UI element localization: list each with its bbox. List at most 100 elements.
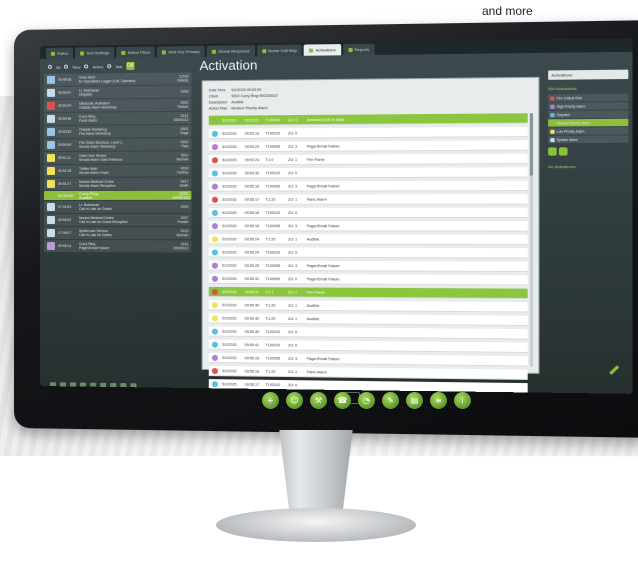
gauge-icon[interactable]: ◔ <box>358 392 375 409</box>
wrench-icon[interactable]: ⚒ <box>310 392 327 409</box>
info-icon[interactable]: i <box>454 392 471 409</box>
event-row[interactable]: 5/1/2015 09:53:24 T:1:0 ZU: 1 Fire Flame <box>208 153 528 166</box>
incident-row[interactable]: 17:01:02 Lt. Buchanan Call In Late for Du… <box>43 200 192 213</box>
event-row[interactable]: 5/1/2015 09:55:24 T:1:20 ZU: 1 Audible <box>208 234 528 246</box>
event-row[interactable]: 5/1/2015 09:55:18 T100102 ZU: 0 <box>208 207 528 219</box>
event-account: T100095 <box>265 263 281 268</box>
incident-description: Nurses Medical Centre Call In Late for G… <box>79 216 128 225</box>
incident-description: Nurses Medical Centre Smoke Alarm Recept… <box>79 179 116 188</box>
filter-active-radio[interactable] <box>84 64 89 69</box>
incident-row[interactable]: 09:50:48 Curry Ring Panic Alarm 2101 15000… <box>43 111 192 125</box>
filter-new-label: New <box>72 64 81 70</box>
tab-test-settings[interactable]: Test Settings <box>75 47 115 59</box>
event-time: 09:55:25 <box>244 263 260 268</box>
incident-row[interactable]: 09:49:38 Voice Alert Er Operations Logger… <box>43 72 192 86</box>
monitor-stand-base <box>216 508 416 542</box>
event-time: 09:55:24 <box>244 250 260 255</box>
event-row[interactable]: 5/1/2015 09:53:01 T100095 ZU: 0 Activated (n… <box>208 113 528 126</box>
event-account: T100102 <box>265 329 281 334</box>
priority-label: Medium Priority Alarm <box>556 120 591 125</box>
filter-all-label: All <box>55 64 61 70</box>
filter-all-radio[interactable] <box>47 64 52 69</box>
incident-row[interactable]: 09:51:11 Gate Door Sensor Smoke Alarm Gat… <box>43 151 192 164</box>
priority-code-item[interactable]: System Alarm <box>548 135 629 144</box>
tab-nurse-call-map[interactable]: Nurse Call Map <box>256 44 303 57</box>
incident-row[interactable]: 09:51:15 Tuttles Main Smoke Alarm Foyer 00… <box>43 164 192 177</box>
event-row[interactable]: 5/1/2015 09:55:24 T100102 ZU: 0 <box>208 247 528 259</box>
sidebar-next-button[interactable] <box>558 147 568 156</box>
event-row[interactable]: 5/1/2015 09:53:24 T100095 ZU: 3 Pager/Email … <box>208 140 528 153</box>
event-row[interactable]: 5/1/2015 09:55:40 T100102 ZU: 0 <box>208 326 528 340</box>
incident-code: 0017 Smith <box>179 179 189 188</box>
incident-row[interactable]: 09:50:53 Outside Workshop Fire Alarm Work… <box>43 124 192 138</box>
event-type-icon <box>211 209 218 216</box>
event-log-scrollbar[interactable] <box>529 113 534 367</box>
event-zone: ZU: 0 <box>288 130 298 135</box>
filter-ack-radio[interactable] <box>107 64 112 69</box>
incident-row[interactable]: 09:51:27 Nurses Medical Centre Smoke Alar… <box>43 177 192 190</box>
tab-global-response[interactable]: Global Response <box>206 45 255 57</box>
phone-icon[interactable]: ☎ <box>334 392 351 409</box>
incident-type-icon <box>46 140 55 149</box>
priority-swatch <box>550 120 555 126</box>
filter-ok-button[interactable]: OK <box>126 61 135 71</box>
pencil-icon[interactable]: ✎ <box>382 392 399 409</box>
event-time: 09:55:40 <box>244 316 260 321</box>
event-account: T100095 <box>265 223 281 228</box>
event-row[interactable]: 5/1/2015 09:55:41 T100102 ZU: 0 <box>208 339 528 354</box>
tab-reports[interactable]: Reports <box>343 43 375 56</box>
tab-status[interactable]: Status <box>45 47 74 59</box>
event-note: Fire Flame <box>306 290 325 295</box>
event-note: Activated (not on data) <box>306 117 345 122</box>
event-row[interactable]: 5/1/2015 09:53:30 T100102 ZU: 0 <box>208 167 528 179</box>
priority-code-item[interactable]: Medium Priority Alarm <box>548 118 629 127</box>
incident-code: 0002 Flan <box>180 140 189 149</box>
incident-row[interactable]: 09:59:14 Curry Ring Pager/Email Failure 21… <box>43 240 192 253</box>
view-select[interactable]: Activations <box>548 69 629 80</box>
event-row[interactable]: 5/1/2015 09:55:17 T:1:20 ZU: 1 Panic Alarm <box>208 194 528 205</box>
tab-label: Reports <box>354 46 370 53</box>
incident-row[interactable]: 09:53:00 Curry Ring Audible 2101 15000112 <box>43 190 192 200</box>
incident-description: Curry Ring Audible <box>79 191 99 200</box>
event-row[interactable]: 5/1/2015 09:55:40 T:1:20 ZU: 1 Audible <box>208 300 528 313</box>
scrollbar-thumb[interactable] <box>529 113 534 176</box>
incident-row[interactable]: 09:55:42 Nurses Medical Centre Call In La… <box>43 213 192 227</box>
incident-row[interactable]: 17:05:07 Spiderman Service Call In Late f… <box>43 227 192 240</box>
event-note <box>307 345 528 347</box>
event-zone: ZU: 3 <box>288 183 298 188</box>
incident-row[interactable]: 09:50:02 Lt. Buchanan Dispatch 2003 <box>43 85 192 99</box>
event-row[interactable]: 5/1/2015 09:55:31 T100095 ZU: 0 Pager/Email … <box>208 273 528 286</box>
priority-code-item[interactable]: Low Priority Alarm <box>548 127 629 135</box>
priority-code-item[interactable]: Fire Critical Risk <box>548 93 629 102</box>
incident-row[interactable]: 09:50:54 Fire Outer Structure, Level 1 Sm… <box>43 138 192 151</box>
event-row[interactable]: 5/1/2015 09:55:40 T:1:20 ZU: 1 Audible <box>208 313 528 327</box>
incident-description: Lt. Buchanan Call In Late for Duties <box>79 202 112 211</box>
priority-code-item[interactable]: High Priority Alarm <box>548 102 629 110</box>
event-date: 5/1/2015 <box>222 118 237 123</box>
event-row[interactable]: 5/1/2015 09:53:16 T100102 ZU: 0 <box>208 126 528 140</box>
event-note: Audible <box>306 316 320 321</box>
priority-swatch <box>550 112 555 117</box>
event-type-icon <box>211 275 218 282</box>
event-row[interactable]: 5/1/2015 09:55:11 T:1:1 ZU: 1 Fire Flame <box>208 286 528 300</box>
tab-activations[interactable]: Activations <box>304 44 341 56</box>
event-row[interactable]: 5/1/2015 09:55:25 T100095 ZU: 3 Pager/Email … <box>208 260 528 273</box>
filter-new-radio[interactable] <box>64 64 69 69</box>
sidebar-prev-button[interactable] <box>548 147 557 156</box>
chart-icon[interactable]: ▤ <box>406 392 423 409</box>
tab-mod-key-primary[interactable]: Mod Key Primary <box>157 45 205 58</box>
plus-icon[interactable]: + <box>262 392 279 409</box>
incident-row[interactable]: 09:50:29 Ultrasonic Activation Outside Al… <box>43 98 192 112</box>
tab-action-plans[interactable]: Action Plans <box>116 46 156 59</box>
event-type-icon <box>211 235 218 242</box>
incident-time: 09:50:53 <box>57 129 72 134</box>
event-account: T:1:1 <box>265 289 274 294</box>
user-icon[interactable]: ☺ <box>286 392 303 409</box>
list-icon[interactable]: ≡ <box>430 392 447 409</box>
event-row[interactable]: 5/1/2015 09:56:16 T100095 ZU: 3 Pager/Email … <box>208 352 528 367</box>
priority-code-item[interactable]: Dispatch <box>548 110 629 119</box>
event-row[interactable]: 5/1/2015 09:55:16 T100095 ZU: 3 Pager/Email … <box>208 180 528 192</box>
event-row[interactable]: 5/1/2015 09:55:18 T100095 ZU: 3 Pager/Email … <box>208 221 528 232</box>
event-row[interactable]: 5/1/2015 09:56:16 T:1:20 ZU: 1 Panic Alarm <box>208 365 528 380</box>
incident-code: 12116 Robots <box>177 74 189 83</box>
